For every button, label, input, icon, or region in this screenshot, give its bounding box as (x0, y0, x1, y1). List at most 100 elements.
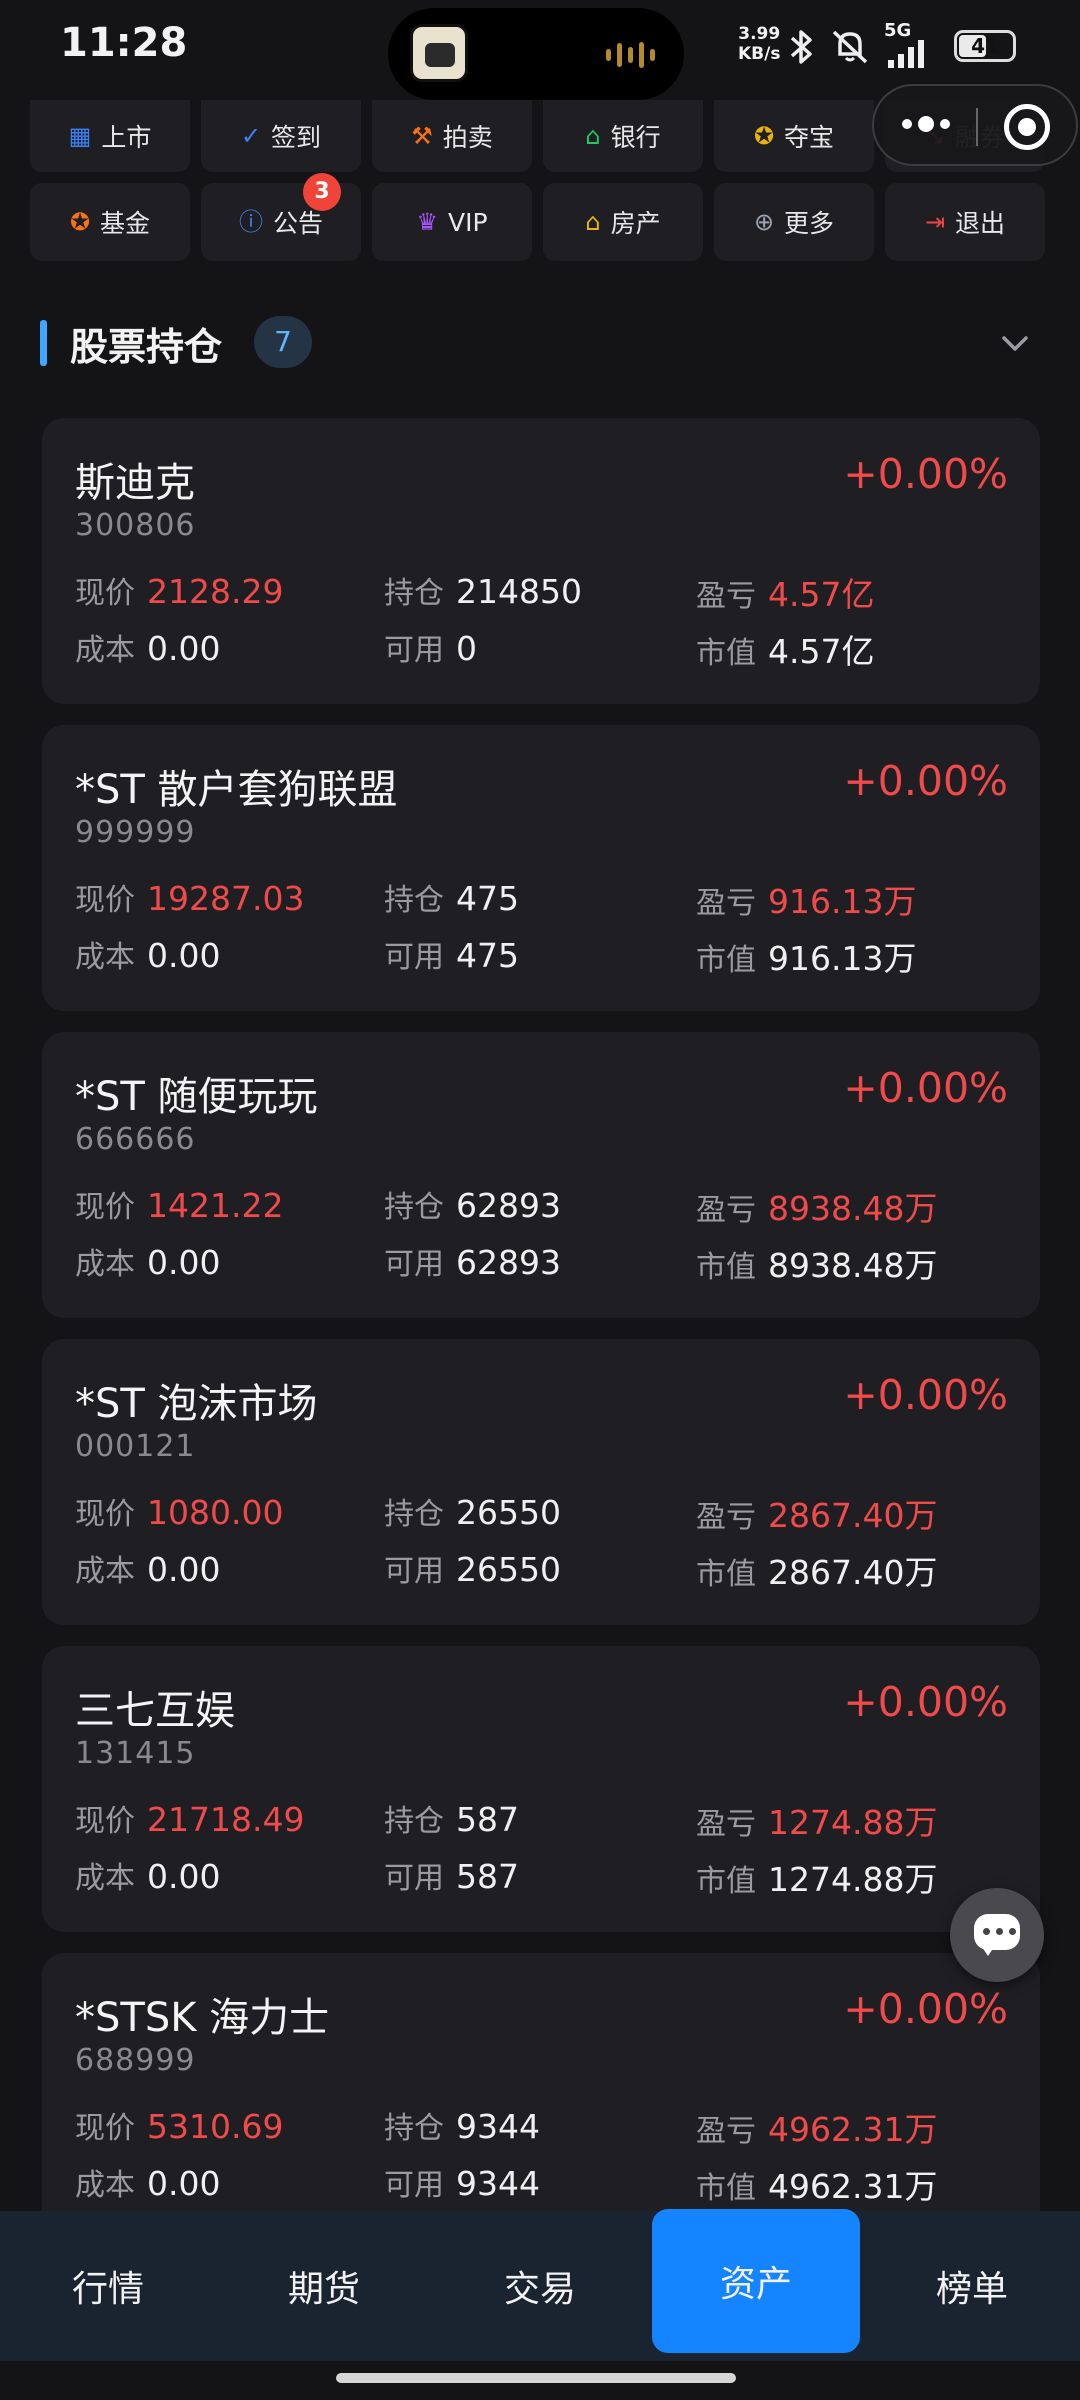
value-cost: 0.00 (147, 629, 221, 668)
label-price: 现价 (75, 1804, 135, 1839)
quick-btn-listing[interactable]: ▦ 上市 (30, 100, 190, 172)
gavel-icon: ⚒ (411, 122, 433, 150)
field-price: 现价 5310.69 (75, 2103, 283, 2147)
field-price: 现价 1421.22 (75, 1182, 283, 1226)
quick-btn-label: VIP (447, 207, 488, 237)
close-target-icon[interactable] (1004, 104, 1050, 150)
label-position: 持仓 (384, 1804, 444, 1839)
label-pnl: 盈亏 (696, 1500, 756, 1535)
field-market-value: 市值 2867.40万 (696, 1546, 937, 1594)
label-cost: 成本 (75, 1554, 135, 1589)
label-pnl: 盈亏 (696, 579, 756, 614)
field-available: 可用 26550 (384, 1546, 561, 1590)
stock-change: +0.00% (843, 1064, 1008, 1112)
home-indicator[interactable] (336, 2373, 736, 2383)
miniprogram-capsule (872, 84, 1078, 166)
nav-tab-futures[interactable]: 期货 (216, 2211, 432, 2361)
field-cost: 成本 0.00 (75, 1239, 220, 1283)
nav-tab-assets[interactable]: 资产 (652, 2209, 860, 2353)
quick-btn-label: 基金 (100, 209, 151, 238)
value-price: 19287.03 (147, 879, 305, 918)
section-accent-bar (40, 320, 47, 366)
field-market-value: 市值 4962.31万 (696, 2160, 937, 2208)
quick-btn-fund[interactable]: ✪ 基金 (30, 183, 190, 261)
star-badge-icon: ✪ (69, 208, 91, 236)
value-available: 587 (456, 1857, 519, 1896)
field-market-value: 市值 916.13万 (696, 932, 916, 980)
info-icon: ⓘ (238, 208, 263, 236)
label-market-value: 市值 (696, 1250, 756, 1285)
nav-tab-trade[interactable]: 交易 (432, 2211, 648, 2361)
label-cost: 成本 (75, 940, 135, 975)
value-position: 9344 (456, 2107, 540, 2146)
field-available: 可用 0 (384, 625, 477, 669)
field-cost: 成本 0.00 (75, 1546, 220, 1590)
label-price: 现价 (75, 1190, 135, 1225)
label-position: 持仓 (384, 1497, 444, 1532)
field-cost: 成本 0.00 (75, 932, 220, 976)
value-price: 2128.29 (147, 572, 284, 611)
chevron-down-icon[interactable] (1000, 328, 1030, 358)
field-available: 可用 62893 (384, 1239, 561, 1283)
field-available: 可用 587 (384, 1853, 519, 1897)
more-options-icon[interactable] (902, 116, 950, 132)
quick-btn-bank[interactable]: ⌂ 银行 (543, 100, 703, 172)
stock-card[interactable]: *ST 泡沫市场 +0.00% 000121 现价 1080.00 持仓 26550… (42, 1339, 1040, 1625)
battery-level: 41 (971, 34, 999, 58)
value-pnl: 1274.88万 (768, 1803, 938, 1842)
field-position: 持仓 475 (384, 875, 519, 919)
value-available: 26550 (456, 1550, 561, 1589)
stock-card[interactable]: 三七互娱 +0.00% 131415 现价 21718.49 持仓 587 盈亏 12… (42, 1646, 1040, 1932)
quick-btn-auction[interactable]: ⚒ 拍卖 (372, 100, 532, 172)
stock-change: +0.00% (843, 450, 1008, 498)
label-market-value: 市值 (696, 2171, 756, 2206)
dynamic-island[interactable] (388, 8, 684, 100)
quick-btn-logout[interactable]: ⇥ 退出 (885, 183, 1045, 261)
field-price: 现价 21718.49 (75, 1796, 304, 1840)
nav-tab-leaderboard[interactable]: 榜单 (864, 2211, 1080, 2361)
value-position: 214850 (456, 572, 582, 611)
stock-name: 三七互娱 (75, 1688, 235, 1734)
stock-code: 000121 (75, 1429, 196, 1464)
stock-change: +0.00% (843, 757, 1008, 805)
quick-btn-checkin[interactable]: ✓ 签到 (201, 100, 361, 172)
stock-card[interactable]: *STSK 海力士 +0.00% 688999 现价 5310.69 持仓 9344… (42, 1953, 1040, 2239)
app-root: 11:28 3.99 KB/s 5G 41 ▦ 上市 ✓ 签到 ⚒ 拍卖 ⌂ 银… (0, 0, 1080, 2400)
value-price: 1421.22 (147, 1186, 284, 1225)
check-circle-icon: ✓ (240, 122, 262, 150)
house-icon: ⌂ (585, 208, 601, 236)
value-cost: 0.00 (147, 1550, 221, 1589)
stock-card[interactable]: *ST 随便玩玩 +0.00% 666666 现价 1421.22 持仓 62893… (42, 1032, 1040, 1318)
status-icons: 5G 41 (786, 20, 1056, 72)
mute-bell-icon (832, 30, 868, 64)
label-cost: 成本 (75, 1861, 135, 1896)
quick-btn-vip[interactable]: ♛ VIP (372, 183, 532, 261)
status-time: 11:28 (60, 20, 188, 66)
label-available: 可用 (384, 940, 444, 975)
quick-btn-treasure[interactable]: ✪ 夺宝 (714, 100, 874, 172)
signal-icon (888, 40, 924, 68)
nav-tab-market[interactable]: 行情 (0, 2211, 216, 2361)
field-cost: 成本 0.00 (75, 625, 220, 669)
chat-float-button[interactable] (950, 1888, 1044, 1982)
label-available: 可用 (384, 1247, 444, 1282)
quick-btn-label: 签到 (271, 123, 322, 152)
label-cost: 成本 (75, 2168, 135, 2203)
section-title: 股票持仓 (70, 325, 223, 369)
medal-icon: ♛ (416, 208, 438, 236)
stock-code: 666666 (75, 1122, 196, 1157)
value-pnl: 2867.40万 (768, 1496, 938, 1535)
star-badge-icon: ✪ (753, 122, 775, 150)
stock-card[interactable]: *ST 散户套狗联盟 +0.00% 999999 现价 19287.03 持仓 47… (42, 725, 1040, 1011)
label-market-value: 市值 (696, 1557, 756, 1592)
quick-btn-property[interactable]: ⌂ 房产 (543, 183, 703, 261)
quick-btn-announcement[interactable]: ⓘ 公告 3 (201, 173, 361, 261)
label-position: 持仓 (384, 576, 444, 611)
stock-card[interactable]: 斯迪克 +0.00% 300806 现价 2128.29 持仓 214850 盈亏 4… (42, 418, 1040, 704)
holdings-section-header[interactable]: 股票持仓 7 (40, 312, 1050, 376)
value-cost: 0.00 (147, 1857, 221, 1896)
quick-btn-more[interactable]: ⊕ 更多 (714, 183, 874, 261)
label-pnl: 盈亏 (696, 2114, 756, 2149)
plus-circle-icon: ⊕ (753, 208, 775, 236)
value-position: 587 (456, 1800, 519, 1839)
